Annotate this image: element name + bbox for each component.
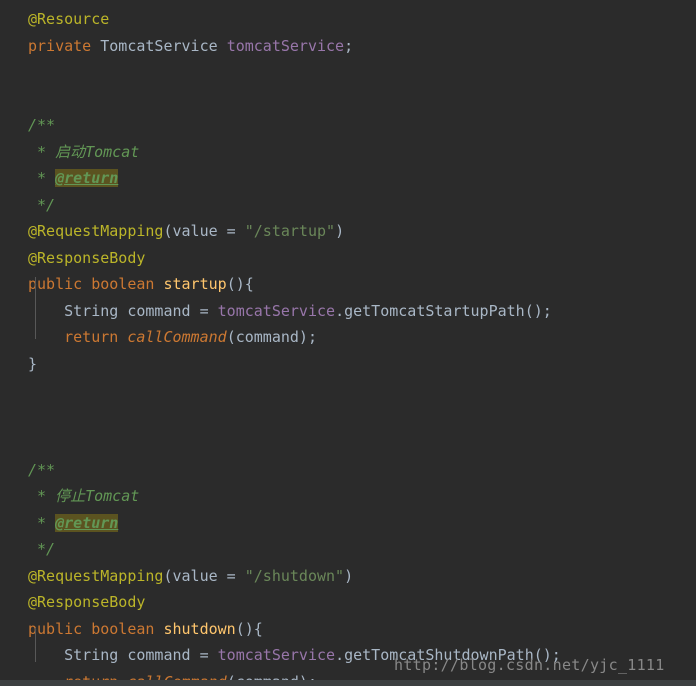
indent-guide xyxy=(35,277,36,339)
code-token-comment: */ xyxy=(28,195,56,214)
indent-guide xyxy=(35,628,36,662)
code-token-keyword: boolean xyxy=(91,619,155,638)
code-line[interactable]: * @return xyxy=(0,165,696,192)
code-token-keyword: boolean xyxy=(91,275,155,293)
code-token-annotation: @RequestMapping xyxy=(28,566,164,585)
code-token-plain: ) xyxy=(344,566,354,585)
code-token-doctag: @return xyxy=(55,513,119,532)
code-line[interactable]: @ResponseBody xyxy=(0,589,696,616)
code-line[interactable]: public boolean startup(){ xyxy=(0,271,696,298)
code-line[interactable]: String command = tomcatService.getTomcat… xyxy=(0,298,696,325)
code-token-plain: TomcatService xyxy=(91,36,227,55)
code-line[interactable] xyxy=(0,430,696,457)
code-line[interactable]: public boolean shutdown(){ xyxy=(0,616,696,643)
code-token-annotation: @ResponseBody xyxy=(28,248,146,267)
code-token-doctag: @return xyxy=(55,169,119,187)
code-token-plain: value xyxy=(172,222,218,240)
code-token-plain: = xyxy=(217,566,245,585)
code-token-plain: = xyxy=(217,222,245,240)
code-token-field: tomcatService xyxy=(217,646,336,664)
code-token-plain: String command = xyxy=(28,301,218,320)
code-token-keyword: return xyxy=(64,328,119,346)
code-token-field: tomcatService xyxy=(226,36,345,55)
code-line[interactable] xyxy=(0,404,696,431)
code-line[interactable]: /** xyxy=(0,112,696,139)
code-token-keyword: public xyxy=(28,275,83,293)
code-token-plain: .getTomcatStartupPath(); xyxy=(335,301,552,320)
code-editor[interactable]: @Resource private TomcatService tomcatSer… xyxy=(0,0,696,686)
watermark-url: http://blog.csdn.net/yjc_1111 xyxy=(394,656,665,674)
code-token-string: "/startup" xyxy=(244,222,336,240)
code-token-comment: * 启动Tomcat xyxy=(28,142,140,161)
code-line[interactable]: @RequestMapping(value = "/startup") xyxy=(0,218,696,245)
code-token-method: startup xyxy=(163,275,227,293)
code-line[interactable]: private TomcatService tomcatService; xyxy=(0,33,696,60)
code-token-plain: (){ xyxy=(235,619,263,638)
code-token-comment: * 停止Tomcat xyxy=(28,487,140,505)
code-token-string: "/shutdown" xyxy=(244,566,345,585)
code-token-plain: String command = xyxy=(28,646,218,664)
code-token-plain: ; xyxy=(344,36,354,55)
code-token-plain: ( xyxy=(163,222,173,240)
code-line[interactable]: */ xyxy=(0,536,696,563)
code-token-staticmeth: callCommand xyxy=(127,328,227,346)
code-line[interactable]: * 停止Tomcat xyxy=(0,483,696,510)
code-text-area[interactable]: @Resource private TomcatService tomcatSer… xyxy=(0,0,696,686)
code-line[interactable]: @ResponseBody xyxy=(0,245,696,272)
code-token-comment: /** xyxy=(28,116,56,134)
code-token-field: tomcatService xyxy=(217,301,336,320)
code-line[interactable]: */ xyxy=(0,192,696,219)
code-token-method: shutdown xyxy=(163,619,236,638)
code-token-plain: (command); xyxy=(226,328,317,346)
code-token-plain: } xyxy=(28,354,38,373)
code-token-plain: (){ xyxy=(226,275,254,293)
code-token-plain: value xyxy=(172,566,218,585)
code-line[interactable]: /** xyxy=(0,457,696,484)
code-token-annotation: @RequestMapping xyxy=(28,222,164,240)
code-line[interactable]: * @return xyxy=(0,510,696,537)
code-line[interactable]: } xyxy=(0,351,696,378)
bottom-strip xyxy=(0,680,696,686)
code-line[interactable] xyxy=(0,86,696,113)
code-token-keyword: public xyxy=(28,619,83,638)
code-line[interactable]: * 启动Tomcat xyxy=(0,139,696,166)
code-line[interactable] xyxy=(0,377,696,404)
code-token-comment: */ xyxy=(28,540,56,558)
code-token-comment: /** xyxy=(28,460,56,479)
code-line[interactable]: @RequestMapping(value = "/shutdown") xyxy=(0,563,696,590)
code-token-annotation: @ResponseBody xyxy=(28,593,146,611)
code-token-plain: ( xyxy=(163,566,173,585)
code-token-plain: ) xyxy=(335,222,345,240)
code-token-comment: * xyxy=(28,513,56,532)
code-line[interactable]: @Resource xyxy=(0,6,696,33)
code-token-keyword: private xyxy=(28,36,92,55)
code-line[interactable] xyxy=(0,59,696,86)
code-line[interactable]: return callCommand(command); xyxy=(0,324,696,351)
code-token-annotation: @Resource xyxy=(28,10,110,28)
code-token-comment: * xyxy=(28,169,56,187)
